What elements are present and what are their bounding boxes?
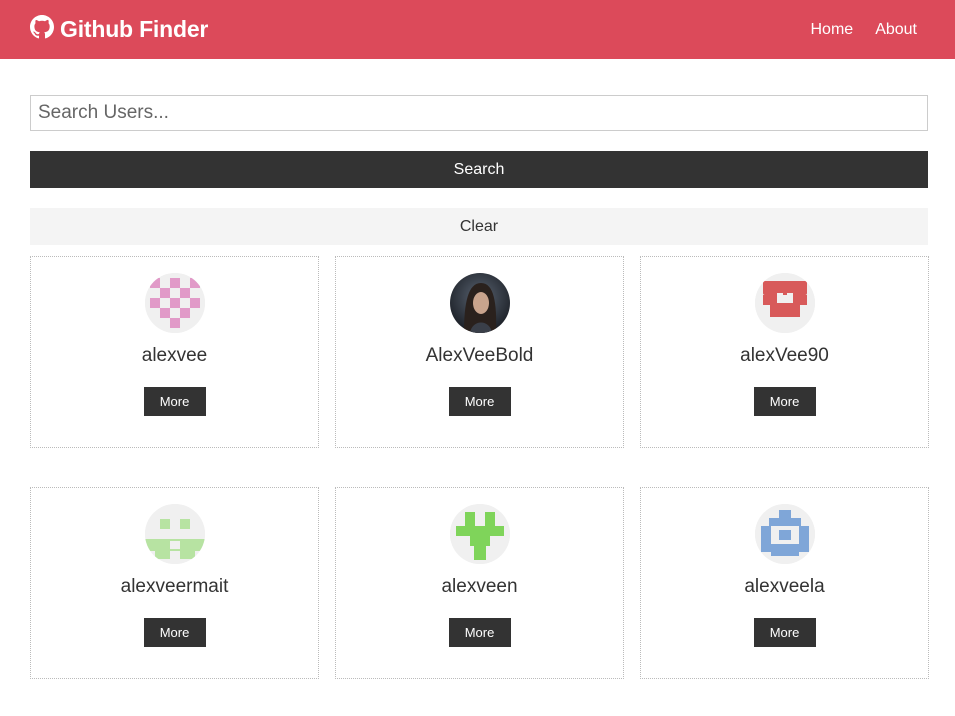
more-button[interactable]: More <box>448 618 511 647</box>
nav-link-home[interactable]: Home <box>811 21 854 39</box>
app-title: Github Finder <box>60 16 209 42</box>
avatar <box>449 273 510 333</box>
identicon-blue-icon <box>754 504 815 564</box>
more-button[interactable]: More <box>753 618 816 647</box>
user-login: alexveermait <box>120 576 229 597</box>
identicon-heart-icon <box>144 273 205 333</box>
clear-button[interactable]: Clear <box>30 208 928 245</box>
identicon-green-cross-icon <box>449 504 510 564</box>
user-login: alexveela <box>744 576 825 597</box>
navbar: Github Finder Home About <box>0 0 955 59</box>
github-icon <box>30 15 60 44</box>
search-input[interactable] <box>30 95 928 131</box>
user-login: alexveen <box>441 576 518 597</box>
identicon-red-icon <box>754 273 815 333</box>
nav-links: Home About <box>811 21 918 39</box>
user-card: alexveermait More <box>30 487 319 679</box>
user-login: AlexVeeBold <box>425 345 534 366</box>
user-grid: alexvee More AlexVeeBold More alexVee90 … <box>30 256 929 679</box>
user-card: alexveen More <box>335 487 624 679</box>
more-button[interactable]: More <box>753 387 816 416</box>
user-card: alexveela More <box>640 487 929 679</box>
user-card: alexvee More <box>30 256 319 448</box>
nav-link-about[interactable]: About <box>875 21 917 39</box>
avatar <box>754 273 815 333</box>
more-button[interactable]: More <box>448 387 511 416</box>
user-login: alexVee90 <box>740 345 829 366</box>
search-button[interactable]: Search <box>30 151 928 188</box>
user-login: alexvee <box>141 345 208 366</box>
identicon-green-face-icon <box>144 504 205 564</box>
more-button[interactable]: More <box>143 387 206 416</box>
user-card: AlexVeeBold More <box>335 256 624 448</box>
avatar <box>144 504 205 564</box>
avatar <box>144 273 205 333</box>
user-card: alexVee90 More <box>640 256 929 448</box>
avatar <box>754 504 815 564</box>
avatar <box>449 504 510 564</box>
more-button[interactable]: More <box>143 618 206 647</box>
profile-photo-icon <box>449 273 510 333</box>
brand[interactable]: Github Finder <box>30 15 208 44</box>
